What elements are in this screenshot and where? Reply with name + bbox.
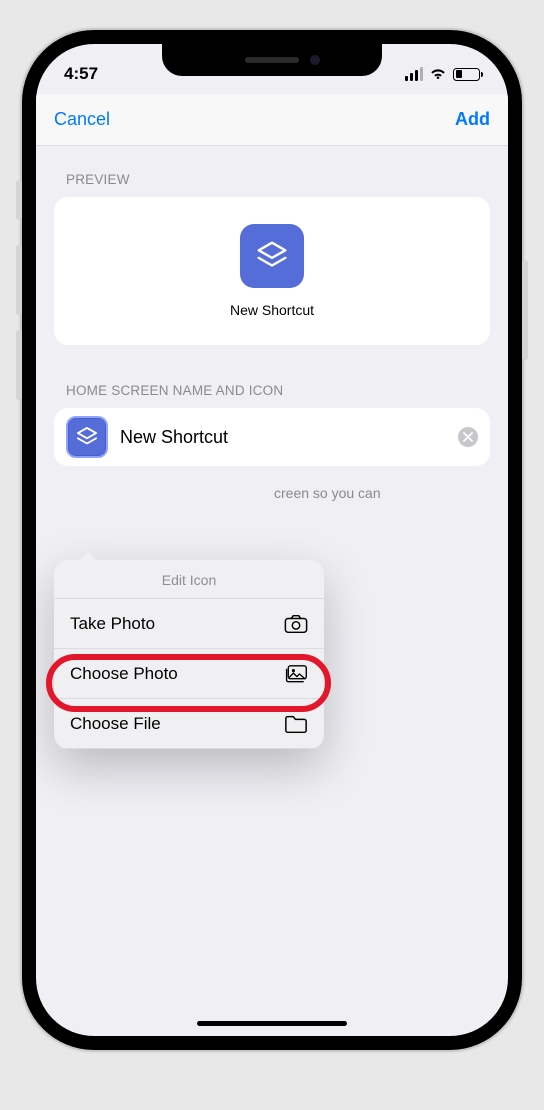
hint-text: creen so you can xyxy=(54,476,490,503)
side-button xyxy=(16,245,22,315)
side-button xyxy=(16,330,22,400)
speaker xyxy=(245,57,299,63)
lower-area: creen so you can Edit Icon Take Photo xyxy=(54,476,490,503)
camera-icon xyxy=(284,613,308,635)
side-button xyxy=(16,180,22,220)
content-area: Cancel Add PREVIEW New Shortcut HOME SCR… xyxy=(36,94,508,1036)
shortcut-name-input[interactable] xyxy=(120,427,446,448)
screen: 4:57 Cancel Add PREVIEW xyxy=(36,44,508,1036)
clear-text-button[interactable] xyxy=(458,427,478,447)
home-section-label: HOME SCREEN NAME AND ICON xyxy=(66,383,490,398)
folder-icon xyxy=(284,713,308,735)
wifi-icon xyxy=(429,67,447,81)
cellular-icon xyxy=(405,67,424,81)
nav-bar: Cancel Add xyxy=(36,94,508,146)
popover-arrow xyxy=(78,552,98,562)
home-indicator[interactable] xyxy=(197,1021,347,1026)
choose-photo-item[interactable]: Choose Photo xyxy=(54,649,324,699)
menu-item-label: Choose File xyxy=(70,714,161,734)
close-icon xyxy=(463,432,473,442)
battery-icon xyxy=(453,68,480,81)
layers-icon xyxy=(253,237,291,275)
shortcut-app-icon xyxy=(240,224,304,288)
add-button[interactable]: Add xyxy=(455,109,490,130)
layers-icon xyxy=(74,424,100,450)
menu-item-label: Take Photo xyxy=(70,614,155,634)
body-area: PREVIEW New Shortcut HOME SCREEN NAME AN… xyxy=(36,146,508,517)
status-icons xyxy=(405,67,481,81)
side-button xyxy=(522,260,528,360)
status-time: 4:57 xyxy=(64,64,98,84)
preview-shortcut-name: New Shortcut xyxy=(230,302,314,318)
phone-frame: 4:57 Cancel Add PREVIEW xyxy=(22,30,522,1050)
gallery-icon xyxy=(284,663,308,685)
popover-title: Edit Icon xyxy=(54,560,324,599)
notch xyxy=(162,44,382,76)
preview-section-label: PREVIEW xyxy=(66,172,490,187)
edit-icon-popover: Edit Icon Take Photo Choose Photo xyxy=(54,560,324,749)
choose-file-item[interactable]: Choose File xyxy=(54,699,324,749)
name-and-icon-card xyxy=(54,408,490,466)
shortcut-icon-button[interactable] xyxy=(66,416,108,458)
menu-item-label: Choose Photo xyxy=(70,664,178,684)
front-camera xyxy=(310,55,320,65)
preview-card: New Shortcut xyxy=(54,197,490,345)
take-photo-item[interactable]: Take Photo xyxy=(54,599,324,649)
cancel-button[interactable]: Cancel xyxy=(54,109,110,130)
